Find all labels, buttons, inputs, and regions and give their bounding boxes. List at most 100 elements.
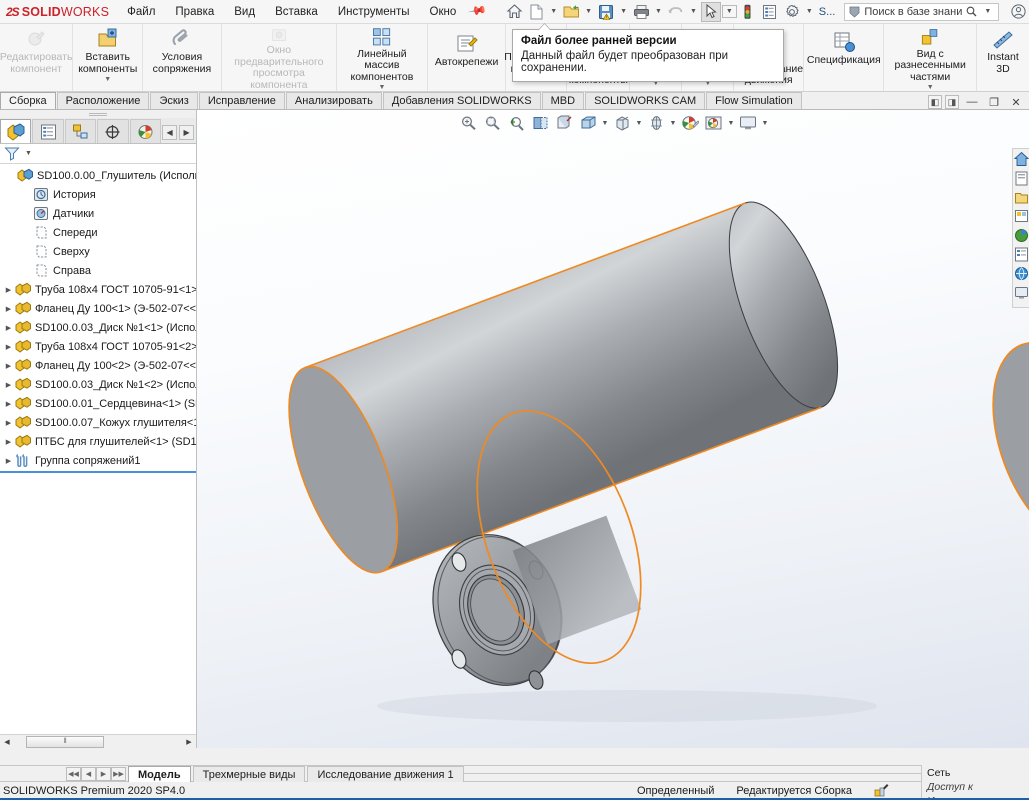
menu-item-window[interactable]: Окно xyxy=(420,2,467,22)
ribbon-exploded-view[interactable]: Вид с разнесенными частями ▼ xyxy=(884,24,977,91)
tree-expander[interactable]: ▶ xyxy=(2,362,15,370)
tab-feature-manager[interactable] xyxy=(0,119,32,143)
save-caret-icon[interactable]: ▼ xyxy=(617,8,630,15)
tab-display-manager[interactable] xyxy=(129,119,162,143)
feature-tree[interactable]: SD100.0.00_Глушитель (Исполнение 1- Исто… xyxy=(0,164,196,734)
tree-expander[interactable]: ▶ xyxy=(2,324,15,332)
menu-item-edit[interactable]: Правка xyxy=(165,2,224,22)
graphics-viewport[interactable]: ▼ ▼ ▼ ▼ ▼ xyxy=(197,110,1029,748)
tree-row-history[interactable]: История xyxy=(0,185,196,204)
doc-tab-model[interactable]: Модель xyxy=(128,765,191,782)
search-caret-icon[interactable]: ▼ xyxy=(981,8,994,15)
tree-expander[interactable]: ▶ xyxy=(2,381,15,389)
tree-expander[interactable]: ▶ xyxy=(2,343,15,351)
print-caret-icon[interactable]: ▼ xyxy=(652,8,665,15)
menu-item-view[interactable]: Вид xyxy=(224,2,265,22)
tree-row-part-disk-1[interactable]: ▶ SD100.0.03_Диск №1<1> (Исполнен xyxy=(0,318,196,337)
rebuild-status-icon[interactable] xyxy=(874,783,889,800)
tree-row-plane-top[interactable]: Сверху xyxy=(0,242,196,261)
tree-expander[interactable]: ▶ xyxy=(2,286,15,294)
ribbon-component-preview[interactable]: Окно предварительного просмотра компонен… xyxy=(222,24,337,91)
tab-nav-prev-icon[interactable]: ◀ xyxy=(81,766,96,781)
tree-expander[interactable]: ▶ xyxy=(2,419,15,427)
tab-assembly[interactable]: Сборка xyxy=(0,92,56,109)
doc-tab-3d-views[interactable]: Трехмерные виды xyxy=(192,765,306,782)
scroll-right-icon[interactable]: ▶ xyxy=(182,736,196,748)
tree-row-assembly-root[interactable]: SD100.0.00_Глушитель (Исполнение 1- xyxy=(0,166,196,185)
tree-row-part-flanec-2[interactable]: ▶ Фланец Ду 100<2> (Э-502-07<<Э-5 xyxy=(0,356,196,375)
file-explorer-icon[interactable] xyxy=(1014,189,1029,206)
select-arrow-icon[interactable] xyxy=(700,1,721,22)
tab-nav-last-icon[interactable]: ▶▶ xyxy=(111,766,126,781)
menu-item-insert[interactable]: Вставка xyxy=(265,2,328,22)
undo-caret-icon[interactable]: ▼ xyxy=(687,8,700,15)
tab-flow-simulation[interactable]: Flow Simulation xyxy=(706,92,802,109)
tree-expander[interactable]: ▶ xyxy=(2,305,15,313)
tree-expander[interactable]: ▶ xyxy=(2,400,15,408)
appearances-scenes-icon[interactable] xyxy=(1014,227,1029,244)
doc-restore-button[interactable]: ❐ xyxy=(985,95,1003,109)
doc-close-button[interactable]: ✕ xyxy=(1007,95,1025,109)
undo-icon[interactable] xyxy=(666,2,686,22)
search-input[interactable]: Поиск в базе знаний ▼ xyxy=(844,2,1000,21)
ribbon-caret-icon[interactable]: ▼ xyxy=(927,84,934,91)
panel-grip-handle[interactable] xyxy=(0,110,196,118)
tree-row-part-truba-1[interactable]: ▶ Труба 108х4 ГОСТ 10705-91<1> (Ис xyxy=(0,280,196,299)
doc-tab-motion-study[interactable]: Исследование движения 1 xyxy=(307,765,464,782)
new-document-caret-icon[interactable]: ▼ xyxy=(547,8,560,15)
solidworks-forum-icon[interactable] xyxy=(1014,265,1029,282)
panel-scroll-right-icon[interactable]: ▶ xyxy=(179,125,195,140)
tree-row-part-truba-2[interactable]: ▶ Труба 108х4 ГОСТ 10705-91<2> (Ис xyxy=(0,337,196,356)
home-icon[interactable] xyxy=(504,2,524,22)
scroll-thumb[interactable]: ⦀ xyxy=(26,735,104,748)
muffler-assembly-model[interactable] xyxy=(197,110,1029,748)
filter-caret-icon[interactable]: ▼ xyxy=(22,150,35,157)
ribbon-caret-icon[interactable]: ▼ xyxy=(104,76,111,83)
tab-solidworks-addins[interactable]: Добавления SOLIDWORKS xyxy=(382,92,541,109)
tree-row-plane-right[interactable]: Справа xyxy=(0,261,196,280)
new-document-icon[interactable] xyxy=(526,2,546,22)
tab-solidworks-cam[interactable]: SOLIDWORKS CAM xyxy=(585,92,706,109)
ribbon-bill-of-materials[interactable]: Спецификация xyxy=(804,24,885,91)
ribbon-instant-3d[interactable]: Instant 3D xyxy=(977,24,1029,91)
tab-evaluate[interactable]: Исправление xyxy=(198,92,285,109)
tree-row-mates-folder[interactable]: ▶ Группа сопряжений1 xyxy=(0,451,196,470)
open-folder-icon[interactable] xyxy=(561,2,581,22)
tree-filter-bar[interactable]: ▼ xyxy=(0,144,196,164)
tree-row-part-kozhuh[interactable]: ▶ SD100.0.07_Кожух глушителя<1> (L xyxy=(0,413,196,432)
gear-options-caret-icon[interactable]: ▼ xyxy=(803,8,816,15)
select-caret-icon[interactable]: ▼ xyxy=(721,5,737,18)
menu-item-tools[interactable]: Инструменты xyxy=(328,2,420,22)
tree-row-plane-front[interactable]: Спереди xyxy=(0,223,196,242)
tree-row-part-ptbs[interactable]: ▶ ПТБС для глушителей<1> (SD100- xyxy=(0,432,196,451)
view-palette-icon[interactable] xyxy=(1014,208,1029,225)
traffic-light-rebuild-icon[interactable] xyxy=(738,2,758,22)
tab-layout[interactable]: Расположение xyxy=(56,92,150,109)
ribbon-caret-icon[interactable]: ▼ xyxy=(378,84,385,91)
panel-scroll-left-icon[interactable]: ◀ xyxy=(162,125,178,140)
scroll-track[interactable]: ⦀ xyxy=(14,735,182,748)
account-icon[interactable] xyxy=(1005,1,1029,23)
tree-row-part-serdcevina[interactable]: ▶ SD100.0.01_Сердцевина<1> (SD100. xyxy=(0,394,196,413)
custom-properties-icon[interactable] xyxy=(1014,246,1029,263)
tree-row-part-disk-2[interactable]: ▶ SD100.0.03_Диск №1<2> (Исполнен xyxy=(0,375,196,394)
ribbon-linear-pattern[interactable]: Линейный массив компонентов ▼ xyxy=(337,24,428,91)
tab-dimxpert-manager[interactable] xyxy=(97,119,129,143)
extended-options-label[interactable]: S... xyxy=(816,6,839,18)
tree-horizontal-scrollbar[interactable]: ◀ ⦀ ▶ xyxy=(0,734,196,748)
open-folder-caret-icon[interactable]: ▼ xyxy=(582,8,595,15)
display-pane-icon[interactable] xyxy=(1014,284,1029,301)
tab-property-manager[interactable] xyxy=(32,119,64,143)
panel-left-icon[interactable]: ◧ xyxy=(928,95,942,109)
ribbon-insert-components[interactable]: Вставить компоненты ▼ xyxy=(73,24,144,91)
menu-item-file[interactable]: Файл xyxy=(117,2,165,22)
ribbon-edit-component[interactable]: Редактировать компонент xyxy=(0,24,74,91)
tab-mbd[interactable]: MBD xyxy=(541,92,585,109)
tab-configuration-manager[interactable] xyxy=(64,119,97,143)
solidworks-resources-icon[interactable] xyxy=(1013,151,1029,168)
pin-icon[interactable]: 📌 xyxy=(465,0,495,25)
scroll-left-icon[interactable]: ◀ xyxy=(0,736,14,748)
design-library-icon[interactable] xyxy=(1014,170,1029,187)
save-warning-icon[interactable]: ! xyxy=(596,2,616,22)
doc-minimize-button[interactable]: — xyxy=(963,95,981,109)
